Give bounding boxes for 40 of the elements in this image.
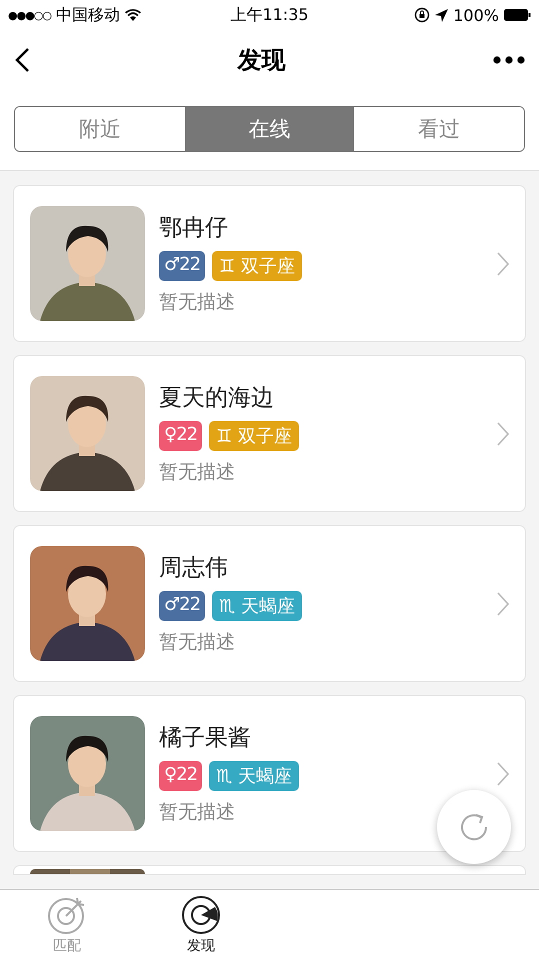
zodiac-tag: ♏ 天蝎座 [209,761,299,791]
zodiac-tag: ♊ 双子座 [212,251,302,281]
signal-strength: ●●●○○ [8,8,51,22]
segment-tab[interactable]: 在线 [184,107,354,151]
back-icon[interactable] [14,47,30,73]
user-card[interactable]: 夏天的海边 ♀22 ♊ 双子座 暂无描述 [14,356,525,511]
gender-age-tag: ♀22 [159,761,202,791]
target-icon [47,895,87,935]
battery-percent: 100% [453,6,499,24]
user-description: 暂无描述 [159,460,236,485]
user-name: 橘子果酱 [159,724,252,753]
user-card[interactable]: 橘子果酱 ♀22 ♏ 天蝎座 暂无描述 [14,696,525,851]
carrier-name: 中国移动 [56,4,120,26]
user-card[interactable]: 周志伟 ♂22 ♏ 天蝎座 暂无描述 [14,526,525,681]
battery-icon [504,9,531,21]
user-name: 夏天的海边 [159,384,275,413]
gender-age-tag: ♀22 [159,421,202,451]
zodiac-tag: ♊ 双子座 [209,421,299,451]
user-description: 暂无描述 [159,800,236,825]
user-card[interactable] [14,866,525,874]
location-arrow-icon [435,8,448,22]
gender-age-tag: ♂22 [159,591,206,621]
more-icon[interactable] [493,56,525,64]
zodiac-tag: ♏ 天蝎座 [212,591,302,621]
chevron-icon [497,422,509,446]
user-name: 周志伟 [159,554,229,583]
radar-icon [181,895,221,935]
user-description: 暂无描述 [159,290,236,315]
tab-bar-item[interactable]: 发现 [134,890,268,960]
wifi-icon [125,9,141,21]
chevron-icon [497,252,509,276]
chevron-icon [497,762,509,786]
user-card[interactable]: 鄂冉仔 ♂22 ♊ 双子座 暂无描述 [14,186,525,341]
user-description: 暂无描述 [159,630,236,655]
page-title: 发现 [238,45,286,76]
rotation-lock-icon [414,7,430,23]
chevron-icon [497,592,509,616]
user-name: 鄂冉仔 [159,214,229,243]
clock: 上午11:35 [230,4,309,26]
gender-age-tag: ♂22 [159,251,206,281]
